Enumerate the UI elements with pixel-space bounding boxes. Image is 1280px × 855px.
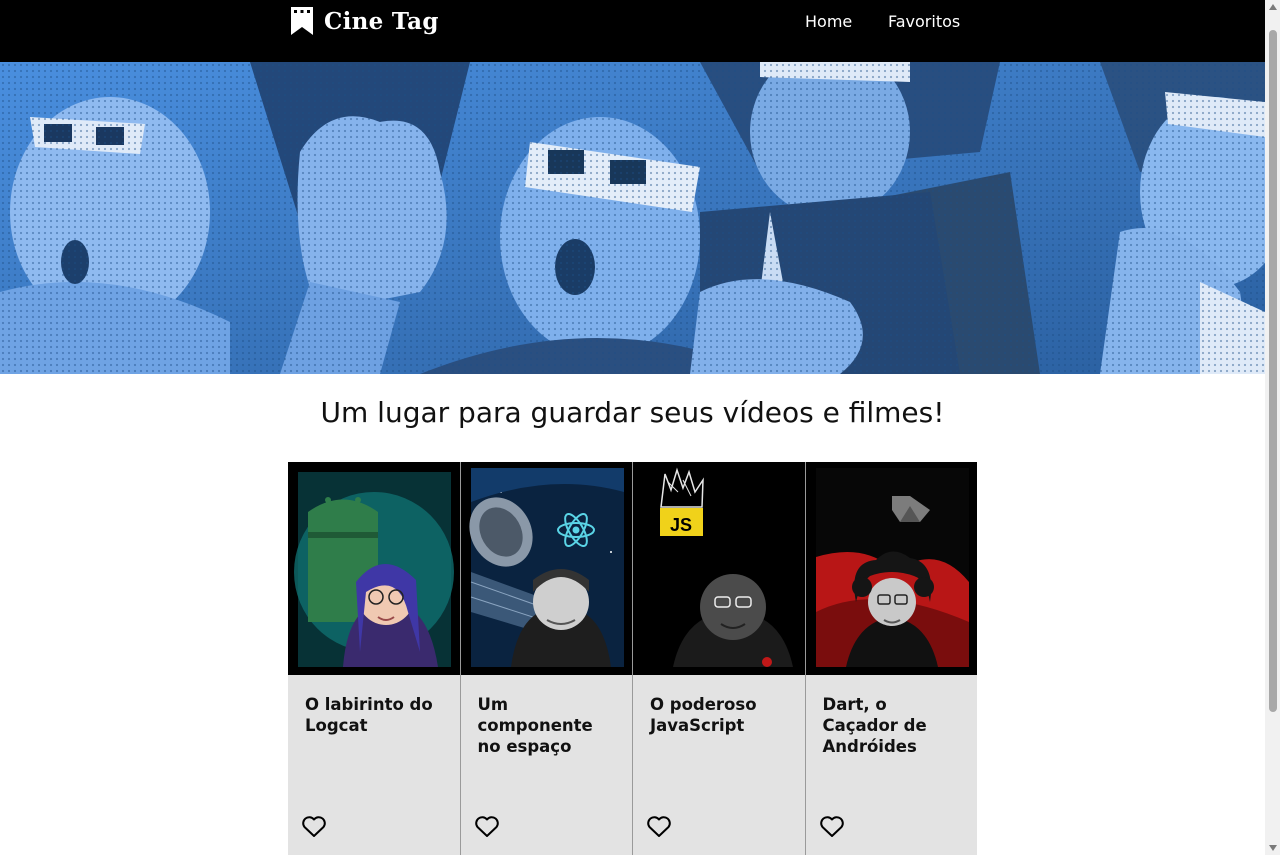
bookmark-icon xyxy=(290,6,314,36)
video-title[interactable]: O poderoso JavaScript xyxy=(650,694,790,736)
scroll-down-icon[interactable] xyxy=(1269,845,1277,851)
video-thumbnail[interactable] xyxy=(460,462,632,675)
page-title: Um lugar para guardar seus vídeos e film… xyxy=(320,396,945,429)
video-thumbnail[interactable]: JS xyxy=(633,462,805,675)
heart-outline-icon[interactable] xyxy=(474,815,500,839)
video-title[interactable]: O labirinto do Logcat xyxy=(305,694,445,736)
site-header: Cine Tag Home Favoritos xyxy=(0,0,1265,62)
video-card-list: O labirinto do Logcat Um componente no e… xyxy=(288,462,977,855)
video-thumbnail[interactable] xyxy=(805,462,977,675)
video-card[interactable]: Dart, o Caçador de Andróides xyxy=(804,462,977,855)
video-card[interactable]: JS O poderoso JavaScript xyxy=(632,462,805,855)
nav-favoritos-link[interactable]: Favoritos xyxy=(888,12,960,31)
logo[interactable]: Cine Tag xyxy=(290,6,439,36)
heart-outline-icon[interactable] xyxy=(301,815,327,839)
vertical-scrollbar[interactable] xyxy=(1265,0,1280,855)
video-thumbnail[interactable] xyxy=(288,462,460,675)
heart-outline-icon[interactable] xyxy=(646,815,672,839)
nav-home-link[interactable]: Home xyxy=(805,12,852,31)
page: Cine Tag Home Favoritos Um lugar para gu… xyxy=(0,0,1265,855)
video-title[interactable]: Um componente no espaço xyxy=(478,694,618,757)
scrollbar-thumb[interactable] xyxy=(1269,30,1277,712)
heart-outline-icon[interactable] xyxy=(819,815,845,839)
logo-text: Cine Tag xyxy=(324,7,439,35)
banner-image xyxy=(0,62,1265,374)
video-card[interactable]: O labirinto do Logcat xyxy=(288,462,460,855)
hero-banner xyxy=(0,62,1265,374)
video-title[interactable]: Dart, o Caçador de Andróides xyxy=(823,694,963,757)
scroll-up-icon[interactable] xyxy=(1269,4,1277,10)
video-card[interactable]: Um componente no espaço xyxy=(459,462,632,855)
svg-text:JS: JS xyxy=(670,515,692,535)
